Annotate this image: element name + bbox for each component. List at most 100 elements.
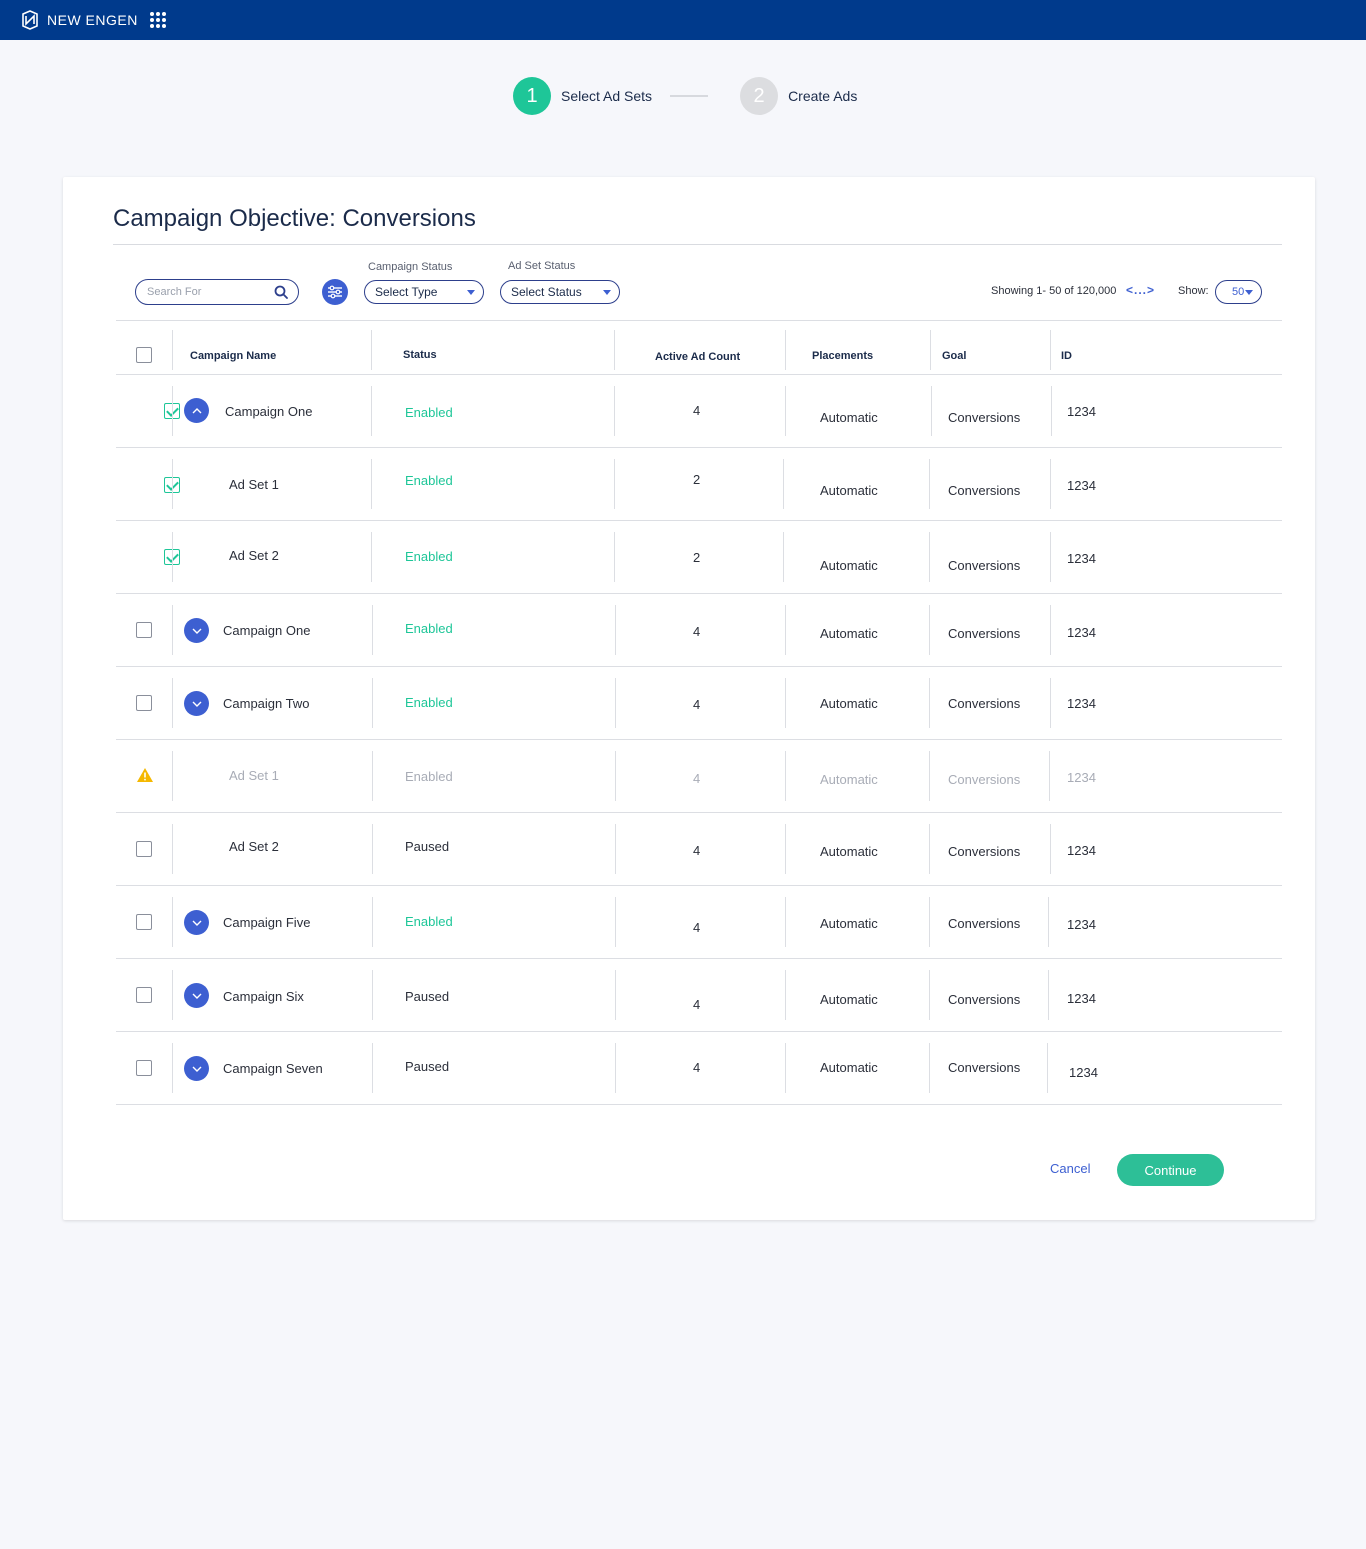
campaign-status-select[interactable]: Select Type xyxy=(364,280,484,304)
campaign-name[interactable]: Campaign Six xyxy=(223,989,304,1004)
page-title: Campaign Objective: Conversions xyxy=(113,205,476,232)
pagination-arrows[interactable]: <...> xyxy=(1126,283,1155,297)
row-checkbox[interactable] xyxy=(136,695,152,711)
expand-row-button[interactable] xyxy=(184,983,209,1008)
expand-row-button[interactable] xyxy=(184,691,209,716)
status-badge: Paused xyxy=(405,989,450,1004)
brand-name: NEW ENGEN xyxy=(47,12,138,28)
adset-status-label: Ad Set Status xyxy=(508,260,576,272)
active-ad-count: 4 xyxy=(693,771,701,786)
chevron-down-icon xyxy=(603,290,611,295)
page-size-select[interactable]: 50 xyxy=(1215,280,1262,304)
step-connector xyxy=(670,95,709,97)
search-icon[interactable] xyxy=(274,285,288,299)
campaign-name[interactable]: Campaign Seven xyxy=(223,1061,323,1076)
step-2-label: Create Ads xyxy=(788,88,858,104)
placement: Automatic xyxy=(820,558,878,573)
filter-settings-button[interactable] xyxy=(322,279,348,305)
placement: Automatic xyxy=(820,626,878,641)
header-status[interactable]: Status xyxy=(403,349,437,361)
active-ad-count: 4 xyxy=(693,843,701,858)
goal: Conversions xyxy=(948,772,1021,787)
placement: Automatic xyxy=(820,1060,878,1075)
goal: Conversions xyxy=(948,626,1021,641)
continue-button[interactable]: Continue xyxy=(1117,1154,1224,1186)
goal: Conversions xyxy=(948,483,1021,498)
campaign-id: 1234 xyxy=(1067,625,1096,640)
expand-row-button[interactable] xyxy=(184,618,209,643)
status-badge: Enabled xyxy=(405,695,453,710)
expand-row-button[interactable] xyxy=(184,910,209,935)
chevron-down-icon xyxy=(192,701,201,707)
placement: Automatic xyxy=(820,916,878,931)
campaign-id: 1234 xyxy=(1067,843,1096,858)
chevron-down-icon xyxy=(192,628,201,634)
search-input[interactable] xyxy=(147,286,274,298)
adset-name[interactable]: Ad Set 2 xyxy=(229,548,279,563)
campaign-id: 1234 xyxy=(1069,1065,1098,1080)
active-ad-count: 4 xyxy=(693,697,701,712)
active-ad-count: 2 xyxy=(693,472,701,487)
select-all-checkbox[interactable] xyxy=(136,347,152,363)
active-ad-count: 4 xyxy=(693,403,701,418)
apps-grid-icon[interactable] xyxy=(149,12,166,28)
campaign-id: 1234 xyxy=(1067,404,1096,419)
expand-row-button[interactable] xyxy=(184,1056,209,1081)
adset-status-value: Select Status xyxy=(511,285,582,299)
adset-name[interactable]: Ad Set 1 xyxy=(229,477,279,492)
placement: Automatic xyxy=(820,483,878,498)
collapse-row-button[interactable] xyxy=(184,398,209,423)
chevron-down-icon xyxy=(467,290,475,295)
campaign-name[interactable]: Campaign Five xyxy=(223,915,310,930)
row-checkbox[interactable] xyxy=(136,841,152,857)
campaign-status-label: Campaign Status xyxy=(368,261,453,273)
cancel-button[interactable]: Cancel xyxy=(1050,1161,1090,1176)
status-badge: Enabled xyxy=(405,473,453,488)
adset-name: Ad Set 1 xyxy=(229,768,279,783)
header-placements[interactable]: Placements xyxy=(812,350,873,362)
header-id[interactable]: ID xyxy=(1061,350,1072,362)
goal: Conversions xyxy=(948,1060,1021,1075)
status-badge: Enabled xyxy=(405,549,453,564)
row-checkbox[interactable] xyxy=(136,622,152,638)
active-ad-count: 2 xyxy=(693,550,701,565)
active-ad-count: 4 xyxy=(693,997,701,1012)
table-top-rule xyxy=(116,320,1282,321)
page-size-label: Show: xyxy=(1178,285,1209,297)
placement: Automatic xyxy=(820,772,878,787)
active-ad-count: 4 xyxy=(693,624,701,639)
search-box xyxy=(135,279,299,305)
header-goal[interactable]: Goal xyxy=(942,350,966,362)
adset-status-select[interactable]: Select Status xyxy=(500,280,620,304)
campaign-name[interactable]: Campaign One xyxy=(223,623,310,638)
step-2-indicator[interactable]: 2 xyxy=(740,77,779,115)
step-1-indicator[interactable]: 1 xyxy=(513,77,551,115)
brand-logo-icon[interactable] xyxy=(20,10,40,30)
campaign-name[interactable]: Campaign One xyxy=(225,404,312,419)
active-ad-count: 4 xyxy=(693,920,701,935)
chevron-up-icon xyxy=(192,407,201,413)
status-badge: Enabled xyxy=(405,621,453,636)
chevron-down-icon xyxy=(192,993,201,999)
status-badge: Enabled xyxy=(405,769,453,784)
adset-name[interactable]: Ad Set 2 xyxy=(229,839,279,854)
row-checkbox[interactable] xyxy=(136,1060,152,1076)
campaign-card: Campaign Objective: Conversions Campaign… xyxy=(63,177,1315,1220)
placement: Automatic xyxy=(820,696,878,711)
page-size-value: 50 xyxy=(1232,286,1245,298)
row-checkbox[interactable] xyxy=(136,987,152,1003)
chevron-down-icon xyxy=(192,1066,201,1072)
header-campaign-name[interactable]: Campaign Name xyxy=(190,350,276,362)
placement: Automatic xyxy=(820,844,878,859)
placement: Automatic xyxy=(820,992,878,1007)
campaign-name[interactable]: Campaign Two xyxy=(223,696,309,711)
row-checkbox[interactable] xyxy=(136,914,152,930)
header-active-ad-count[interactable]: Active Ad Count xyxy=(655,351,740,363)
goal: Conversions xyxy=(948,844,1021,859)
campaign-id: 1234 xyxy=(1067,478,1096,493)
warning-icon[interactable] xyxy=(136,767,154,783)
title-divider xyxy=(113,244,1282,245)
status-badge: Paused xyxy=(405,1059,450,1074)
stepper: 1 Select Ad Sets 2 Create Ads xyxy=(513,77,857,115)
sliders-icon xyxy=(328,285,342,299)
